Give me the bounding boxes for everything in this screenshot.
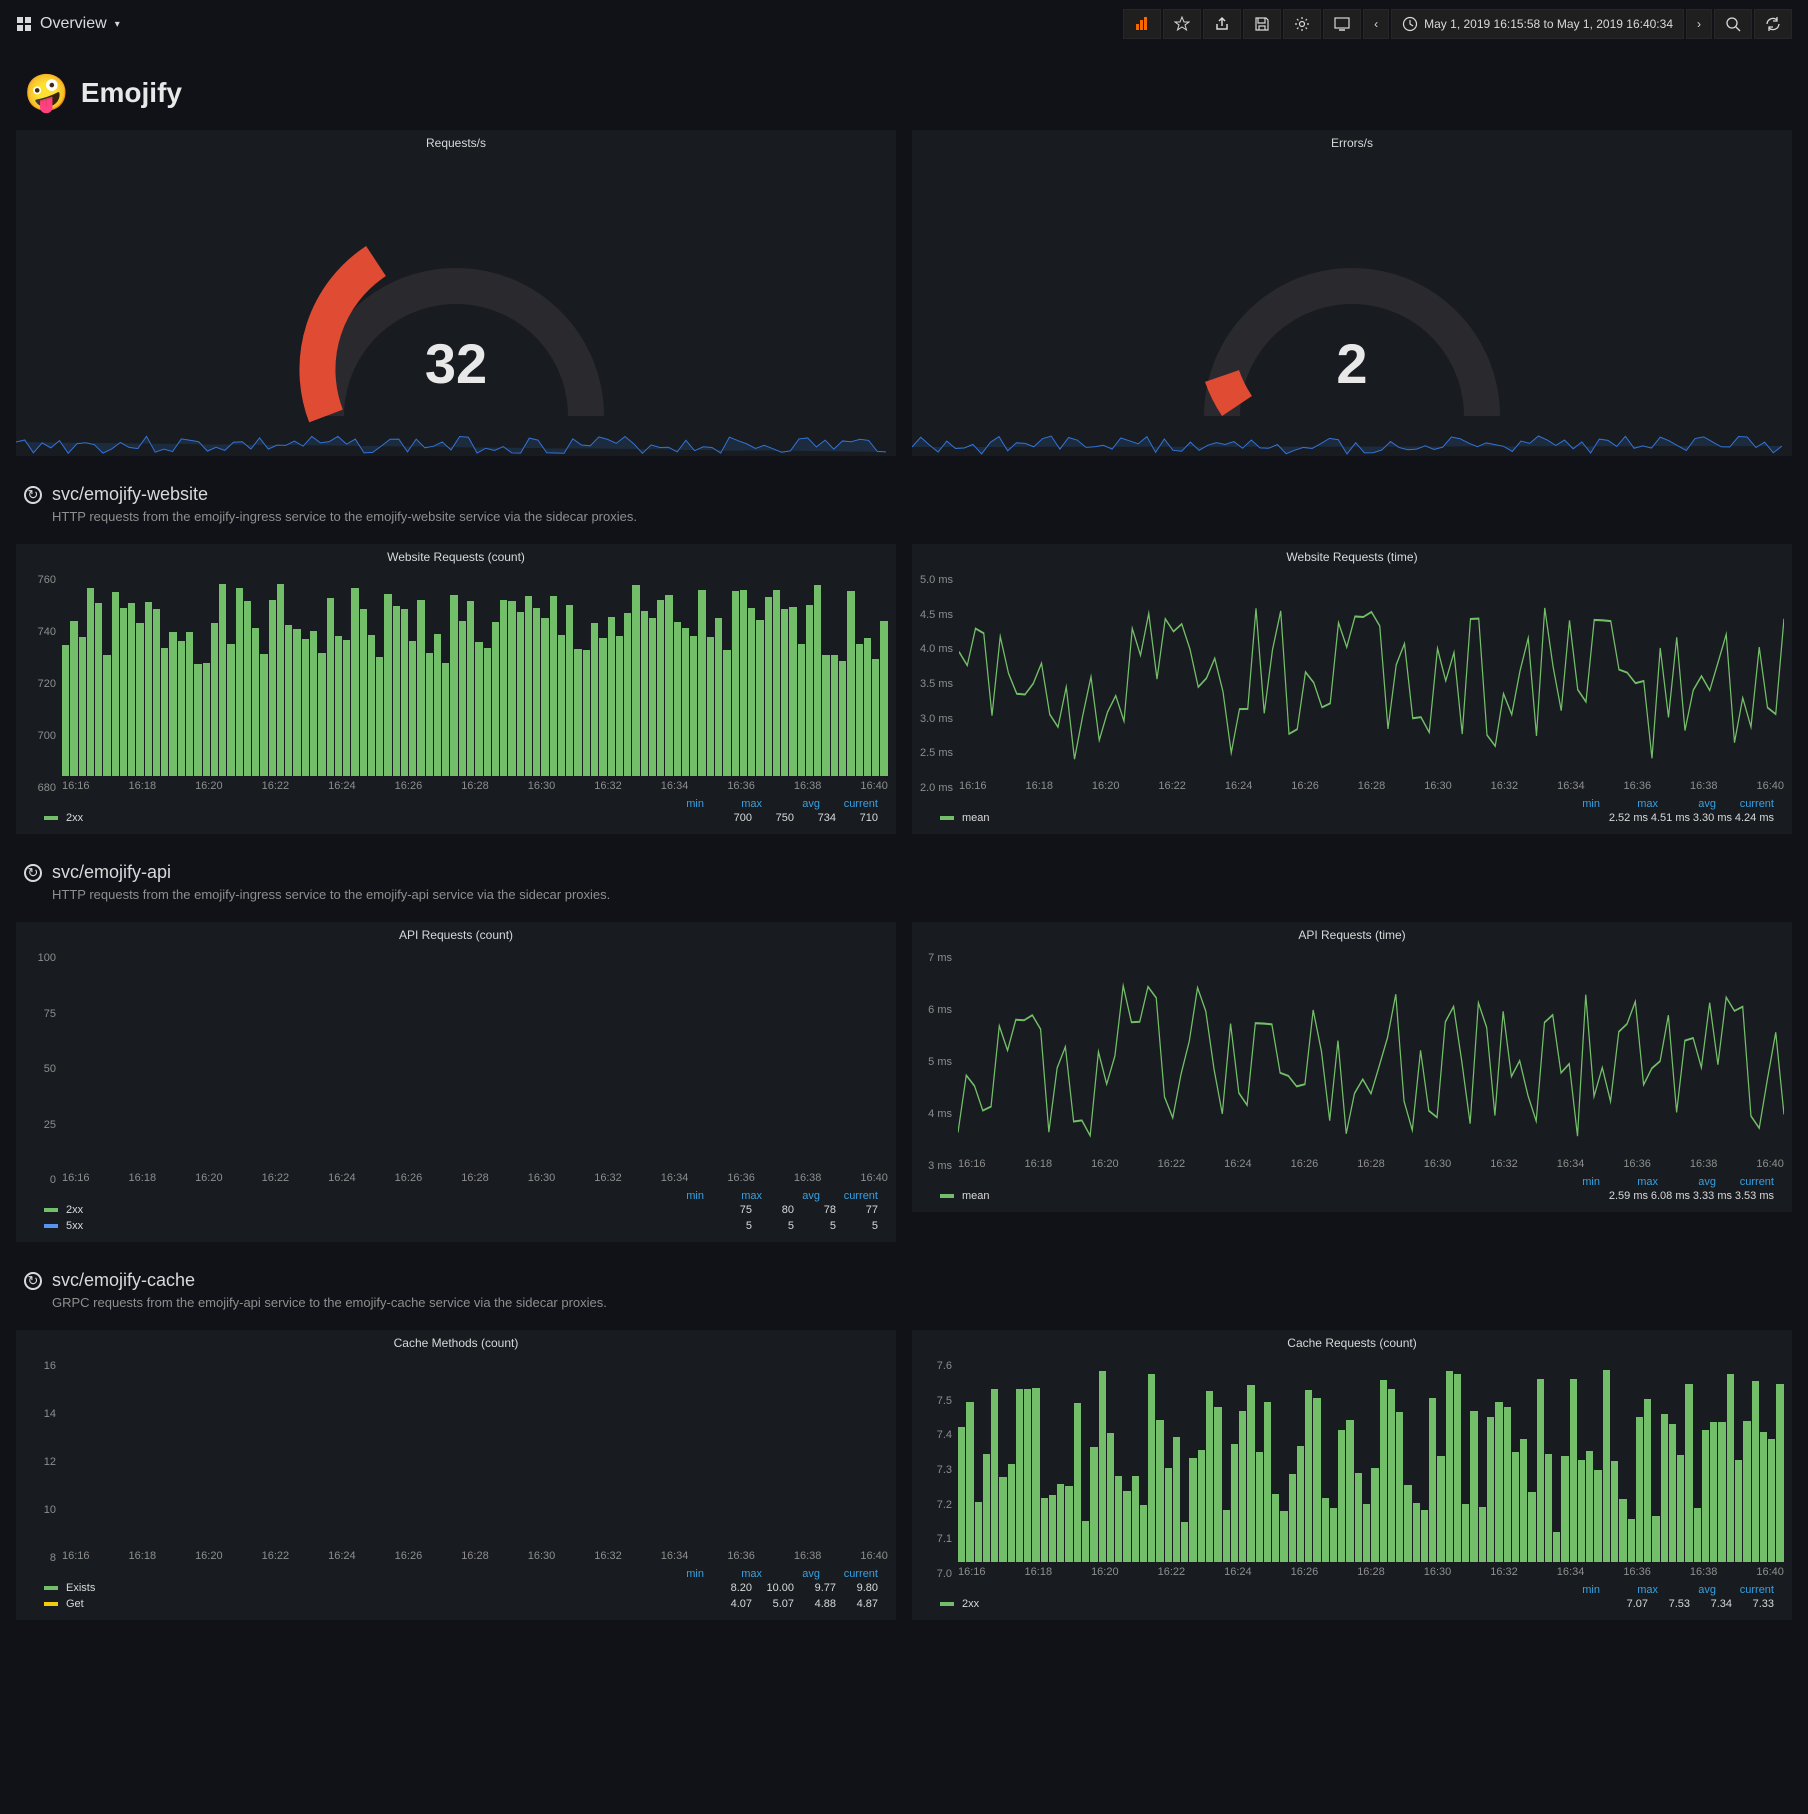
gauge-value: 2 (1336, 331, 1367, 396)
legend: minmaxavgcurrent mean 2.52 ms4.51 ms3.30… (912, 794, 1792, 834)
y-axis: 7 ms6 ms5 ms4 ms3 ms (920, 952, 958, 1172)
section-1: svc/emojify-api HTTP requests from the e… (16, 842, 1792, 922)
x-axis: 16:1616:1816:2016:2216:2416:2616:2816:30… (959, 776, 1784, 794)
section-2: svc/emojify-cache GRPC requests from the… (16, 1250, 1792, 1330)
chevron-down-icon[interactable]: ▾ (115, 19, 120, 30)
chart-panel[interactable]: Cache Methods (count) 161412108 16:1616:… (16, 1330, 896, 1620)
tv-mode-button[interactable] (1323, 9, 1361, 39)
section-desc: GRPC requests from the emojify-api servi… (52, 1295, 1784, 1310)
toolbar-right: ‹ May 1, 2019 16:15:58 to May 1, 2019 16… (1123, 9, 1792, 39)
section-desc: HTTP requests from the emojify-ingress s… (52, 509, 1784, 524)
sparkline (912, 396, 1782, 456)
hero: 🤪 Emojify (16, 48, 1792, 130)
time-range-button[interactable]: May 1, 2019 16:15:58 to May 1, 2019 16:4… (1391, 9, 1684, 39)
legend: minmaxavgcurrent 2xx 7.077.537.347.33 (912, 1580, 1792, 1620)
x-axis: 16:1616:1816:2016:2216:2416:2616:2816:30… (62, 1168, 888, 1186)
refresh-icon (24, 486, 42, 504)
chart-panel[interactable]: API Requests (count) 1007550250 16:1616:… (16, 922, 896, 1242)
toolbar-left: Overview ▾ (16, 15, 120, 33)
panel-title: Website Requests (time) (912, 544, 1792, 570)
panel-title: Cache Requests (count) (912, 1330, 1792, 1356)
legend: minmaxavgcurrent 2xx 700750734710 (16, 794, 896, 834)
legend-row[interactable]: Get 4.075.074.884.87 (44, 1596, 884, 1612)
chart-panel[interactable]: Cache Requests (count) 7.67.57.47.37.27.… (912, 1330, 1792, 1620)
legend: minmaxavgcurrent 2xx 75807877 5xx 5555 (16, 1186, 896, 1242)
panel-title: API Requests (time) (912, 922, 1792, 948)
refresh-icon (24, 1272, 42, 1290)
star-button[interactable] (1163, 9, 1201, 39)
panel-title: Cache Methods (count) (16, 1330, 896, 1356)
chart-panel[interactable]: Website Requests (time) 5.0 ms4.5 ms4.0 … (912, 544, 1792, 834)
gauge-value: 32 (425, 331, 487, 396)
refresh-icon (24, 864, 42, 882)
legend: minmaxavgcurrent Exists 8.2010.009.779.8… (16, 1564, 896, 1620)
legend: minmaxavgcurrent mean 2.59 ms6.08 ms3.33… (912, 1172, 1792, 1212)
chart-panel[interactable]: API Requests (time) 7 ms6 ms5 ms4 ms3 ms… (912, 922, 1792, 1212)
dashboard-title[interactable]: Overview (40, 15, 107, 33)
chart-panel[interactable]: Website Requests (count) 760740720700680… (16, 544, 896, 834)
y-axis: 7.67.57.47.37.27.17.0 (920, 1360, 958, 1580)
sparkline (16, 396, 886, 456)
x-axis: 16:1616:1816:2016:2216:2416:2616:2816:30… (958, 1562, 1784, 1580)
x-axis: 16:1616:1816:2016:2216:2416:2616:2816:30… (958, 1154, 1784, 1172)
legend-row[interactable]: 5xx 5555 (44, 1218, 884, 1234)
panel-title: Requests/s (16, 130, 896, 156)
panel-title: Website Requests (count) (16, 544, 896, 570)
legend-row[interactable]: Exists 8.2010.009.779.80 (44, 1580, 884, 1596)
share-button[interactable] (1203, 9, 1241, 39)
section-desc: HTTP requests from the emojify-ingress s… (52, 887, 1784, 902)
y-axis: 1007550250 (24, 952, 62, 1186)
section-title: svc/emojify-website (52, 484, 208, 505)
legend-row[interactable]: mean 2.59 ms6.08 ms3.33 ms3.53 ms (940, 1188, 1780, 1204)
hero-emoji: 🤪 (24, 72, 69, 114)
toolbar: Overview ▾ ‹ May 1, 2019 16:15:58 to May… (0, 0, 1808, 48)
y-axis: 5.0 ms4.5 ms4.0 ms3.5 ms3.0 ms2.5 ms2.0 … (920, 574, 959, 794)
legend-row[interactable]: 2xx 7.077.537.347.33 (940, 1596, 1780, 1612)
refresh-button[interactable] (1754, 9, 1792, 39)
x-axis: 16:1616:1816:2016:2216:2416:2616:2816:30… (62, 776, 888, 794)
settings-button[interactable] (1283, 9, 1321, 39)
x-axis: 16:1616:1816:2016:2216:2416:2616:2816:30… (62, 1546, 888, 1564)
section-0: svc/emojify-website HTTP requests from t… (16, 464, 1792, 544)
panel-title: API Requests (count) (16, 922, 896, 948)
legend-row[interactable]: 2xx 75807877 (44, 1202, 884, 1218)
time-next-button[interactable]: › (1686, 9, 1712, 39)
panel-title: Errors/s (912, 130, 1792, 156)
y-axis: 161412108 (24, 1360, 62, 1564)
save-button[interactable] (1243, 9, 1281, 39)
gauge-panel-1[interactable]: Errors/s 2 (912, 130, 1792, 456)
y-axis: 760740720700680 (24, 574, 62, 794)
page-title: Emojify (81, 77, 182, 109)
gauge-panel-0[interactable]: Requests/s 32 (16, 130, 896, 456)
section-title: svc/emojify-api (52, 862, 171, 883)
section-title: svc/emojify-cache (52, 1270, 195, 1291)
legend-row[interactable]: 2xx 700750734710 (44, 810, 884, 826)
dashboard-icon (16, 16, 32, 32)
panel-add-button[interactable] (1123, 9, 1161, 39)
legend-row[interactable]: mean 2.52 ms4.51 ms3.30 ms4.24 ms (940, 810, 1780, 826)
zoom-out-button[interactable] (1714, 9, 1752, 39)
time-prev-button[interactable]: ‹ (1363, 9, 1389, 39)
